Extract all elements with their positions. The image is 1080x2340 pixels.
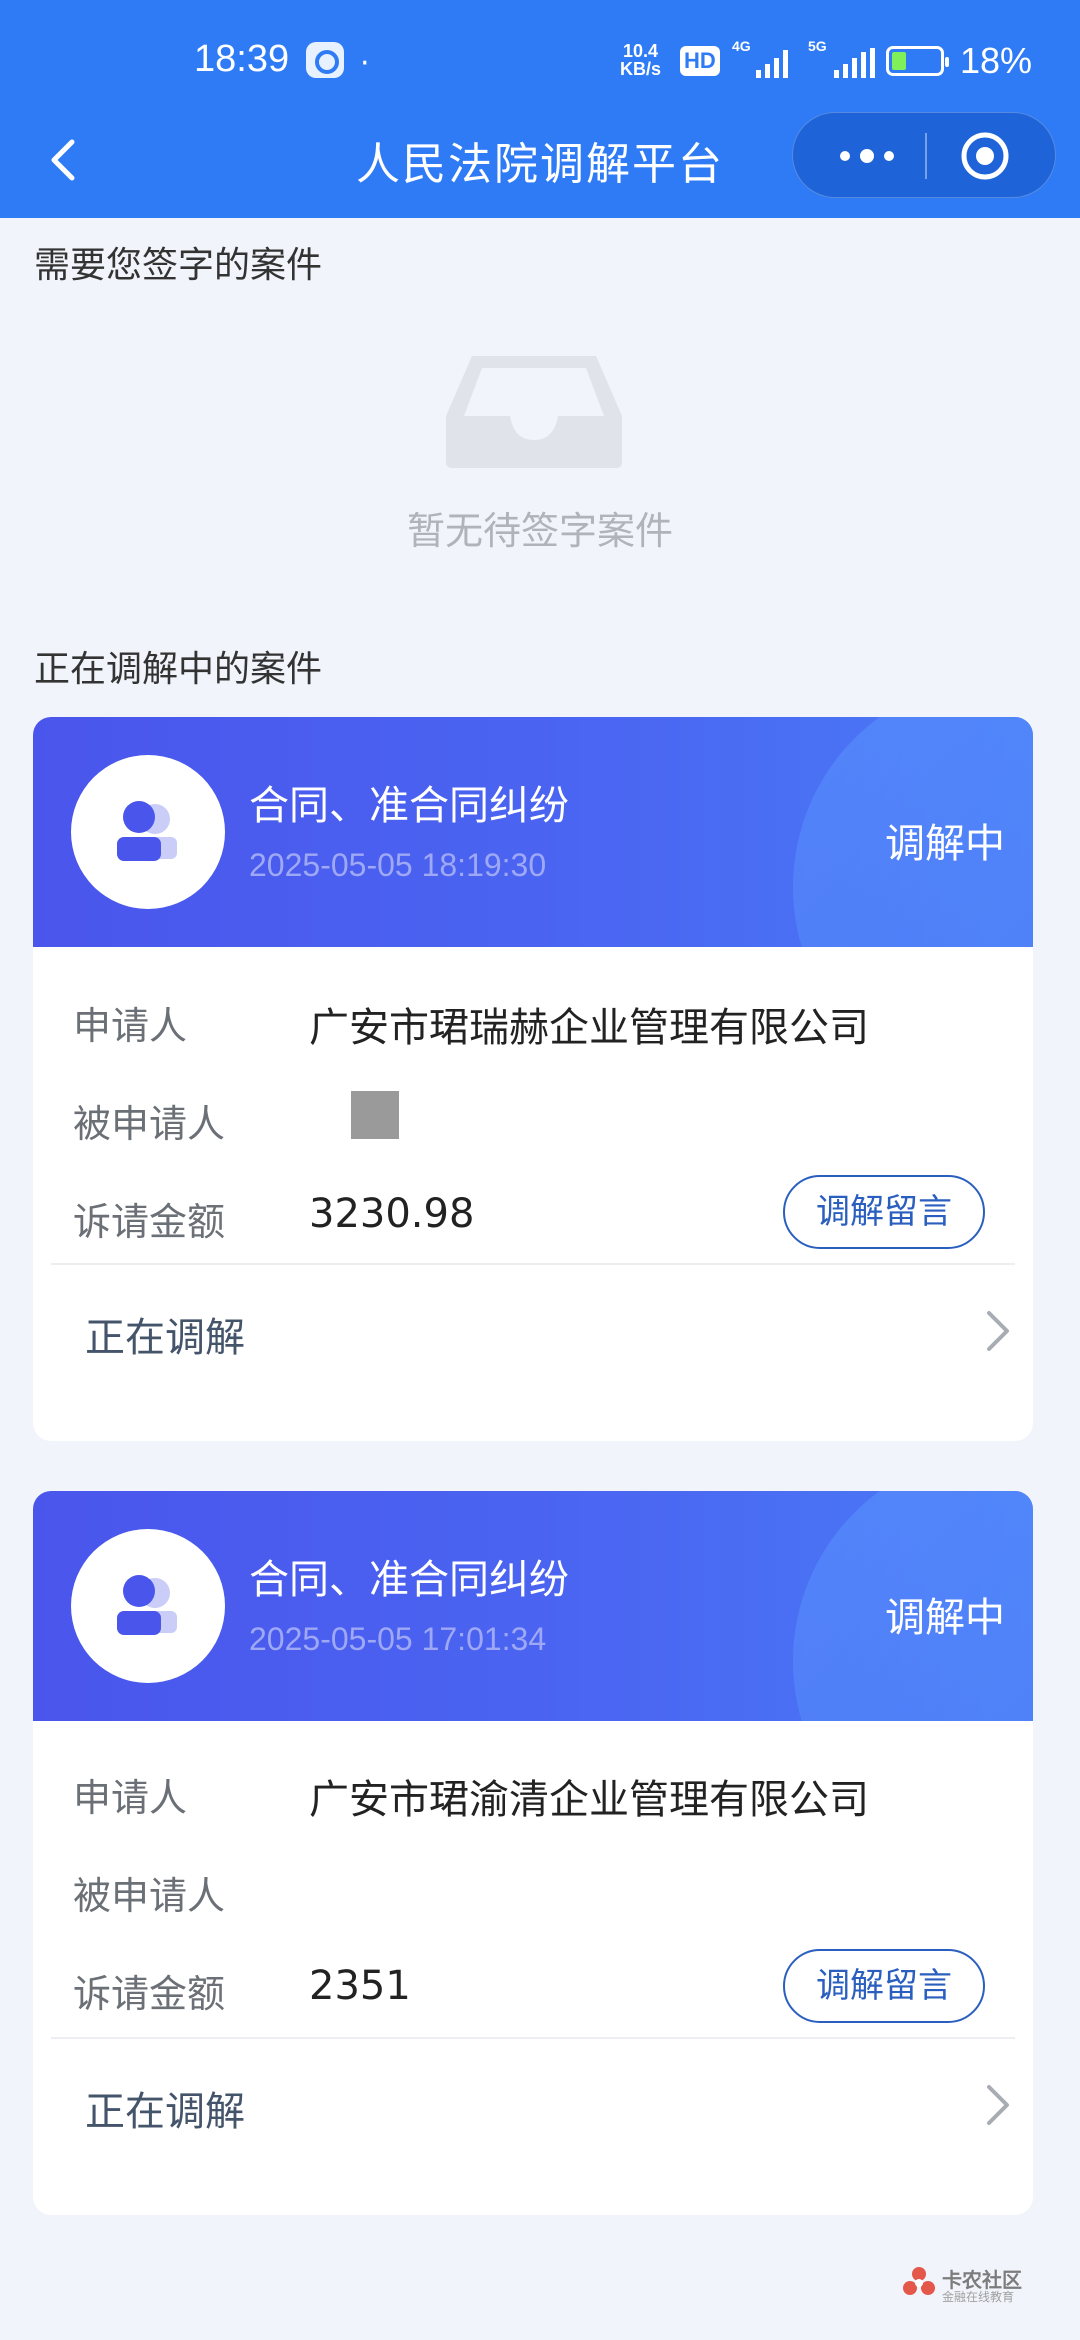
status-dot: · bbox=[360, 46, 370, 81]
case-type: 合同、准合同纠纷 bbox=[249, 783, 569, 829]
battery-percent: 18% bbox=[960, 40, 1033, 81]
applicant-value: 广安市珺渝清企业管理有限公司 bbox=[309, 1777, 869, 1823]
amount-value: 3230.98 bbox=[309, 1191, 475, 1237]
nav-bar: 人民法院调解平台 bbox=[0, 110, 1080, 218]
more-dots-icon bbox=[840, 149, 894, 163]
case-card[interactable]: 合同、准合同纠纷 2025-05-05 18:19:30 调解中 申请人 广安市… bbox=[33, 717, 1033, 1441]
case-status: 调解中 bbox=[885, 821, 1005, 867]
empty-inbox-icon bbox=[446, 356, 622, 468]
case-time: 2025-05-05 17:01:34 bbox=[249, 1621, 547, 1657]
status-time: 18:39 bbox=[194, 38, 290, 80]
case-progress-text: 正在调解 bbox=[85, 1315, 245, 1361]
user-group-icon bbox=[117, 1575, 177, 1635]
chevron-right-icon bbox=[987, 2085, 1009, 2125]
battery-icon bbox=[886, 46, 949, 76]
case-status: 调解中 bbox=[885, 1595, 1005, 1641]
case-progress-row[interactable]: 正在调解 bbox=[33, 2039, 1033, 2169]
capsule-separator bbox=[925, 133, 927, 179]
pending-section-title: 需要您签字的案件 bbox=[34, 245, 323, 286]
target-close-icon bbox=[961, 132, 1009, 180]
more-button[interactable] bbox=[817, 113, 917, 199]
applicant-label: 申请人 bbox=[73, 1776, 188, 1820]
network-speed-unit: KB/s bbox=[620, 59, 662, 79]
signal-4g-icon bbox=[744, 48, 794, 78]
empty-state bbox=[0, 350, 1080, 480]
case-progress-text: 正在调解 bbox=[85, 2089, 245, 2135]
signal-5g-icon bbox=[820, 48, 880, 78]
amount-value: 2351 bbox=[309, 1963, 411, 2009]
redaction-block bbox=[351, 1091, 399, 1139]
watermark-subtext: 金融在线教育 bbox=[942, 2290, 1015, 2304]
case-type: 合同、准合同纠纷 bbox=[249, 1557, 569, 1603]
respondent-label: 被申请人 bbox=[73, 1874, 226, 1918]
network-speed: 10.4 KB/s bbox=[620, 42, 661, 78]
hd-icon: HD bbox=[680, 46, 720, 76]
top-bar: 18:39 · 10.4 KB/s HD 4G 5G 18% 人民法院调解平台 bbox=[0, 0, 1080, 218]
watermark: 卡农社区 金融在线教育 bbox=[900, 2262, 1060, 2306]
applicant-label: 申请人 bbox=[73, 1004, 188, 1048]
status-bar: 18:39 · 10.4 KB/s HD 4G 5G 18% bbox=[0, 0, 1080, 120]
mini-program-capsule bbox=[792, 112, 1056, 198]
avatar bbox=[71, 755, 225, 909]
amount-label: 诉请金额 bbox=[73, 1972, 226, 2016]
mediation-message-button[interactable]: 调解留言 bbox=[783, 1949, 985, 2023]
empty-state-text: 暂无待签字案件 bbox=[406, 509, 673, 553]
mediation-message-button[interactable]: 调解留言 bbox=[783, 1175, 985, 1249]
user-group-icon bbox=[117, 801, 177, 861]
chevron-right-icon bbox=[987, 1311, 1009, 1351]
case-card-header: 合同、准合同纠纷 2025-05-05 18:19:30 调解中 bbox=[33, 717, 1033, 947]
case-progress-row[interactable]: 正在调解 bbox=[33, 1265, 1033, 1395]
case-time: 2025-05-05 18:19:30 bbox=[249, 847, 547, 883]
case-card-header: 合同、准合同纠纷 2025-05-05 17:01:34 调解中 bbox=[33, 1491, 1033, 1721]
active-section-title: 正在调解中的案件 bbox=[34, 649, 323, 690]
respondent-label: 被申请人 bbox=[73, 1102, 226, 1146]
avatar bbox=[71, 1529, 225, 1683]
watermark-logo-icon bbox=[903, 2267, 935, 2295]
notification-app-icon bbox=[306, 42, 344, 78]
amount-label: 诉请金额 bbox=[73, 1200, 226, 1244]
case-card[interactable]: 合同、准合同纠纷 2025-05-05 17:01:34 调解中 申请人 广安市… bbox=[33, 1491, 1033, 2215]
applicant-value: 广安市珺瑞赫企业管理有限公司 bbox=[309, 1005, 869, 1051]
close-button[interactable] bbox=[933, 113, 1043, 199]
network-speed-value: 10.4 bbox=[622, 41, 659, 61]
